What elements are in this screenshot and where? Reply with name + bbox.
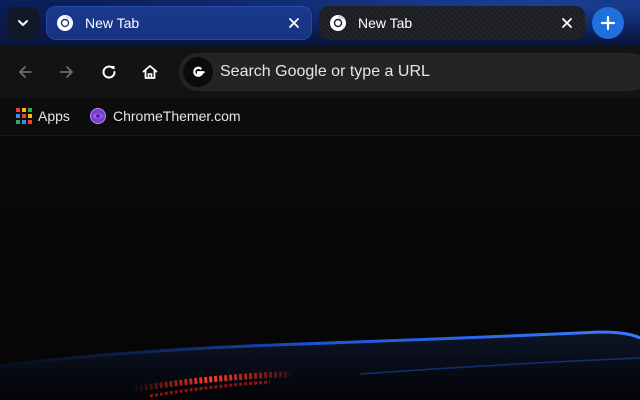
arrow-left-icon: [19, 66, 32, 78]
tab-strip: New Tab New Tab: [0, 0, 640, 46]
chrome-favicon-icon: [330, 14, 346, 31]
tab-search-button[interactable]: [7, 7, 39, 39]
forward-button[interactable]: [55, 60, 79, 84]
bookmark-apps[interactable]: Apps: [16, 106, 70, 126]
bookmarks-bar: Apps ChromeThemer.com: [0, 98, 640, 136]
toolbar: Search Google or type a URL: [0, 46, 640, 98]
chevron-down-icon: [18, 20, 28, 26]
home-icon: [142, 65, 158, 79]
omnibox-input[interactable]: Search Google or type a URL: [220, 63, 430, 81]
tab-new-tab-inactive[interactable]: New Tab: [319, 6, 585, 40]
tab-close-button[interactable]: [286, 15, 302, 31]
home-button[interactable]: [138, 60, 162, 84]
new-tab-page: [0, 136, 640, 400]
reload-icon: [102, 65, 116, 79]
arrow-right-icon: [60, 66, 73, 78]
plus-icon: [600, 15, 616, 31]
bookmark-chromethemer[interactable]: ChromeThemer.com: [89, 106, 241, 126]
chrome-favicon-icon: [57, 14, 73, 31]
apps-grid-icon: [16, 108, 32, 124]
bookmark-label: ChromeThemer.com: [113, 108, 241, 124]
omnibox[interactable]: Search Google or type a URL: [179, 53, 640, 91]
reload-button[interactable]: [97, 60, 121, 84]
back-button[interactable]: [13, 60, 37, 84]
google-g-icon: [183, 57, 213, 87]
browser-window: New Tab New Tab Search Google or type a …: [0, 0, 640, 400]
new-tab-button[interactable]: [592, 7, 624, 39]
chromethemer-icon: [90, 108, 106, 124]
car-wallpaper-image: [0, 330, 640, 400]
close-icon: [289, 18, 299, 28]
bookmark-label: Apps: [38, 108, 70, 124]
tab-new-tab-active[interactable]: New Tab: [46, 6, 312, 40]
tab-close-button[interactable]: [559, 15, 575, 31]
tab-title: New Tab: [358, 15, 413, 31]
tab-title: New Tab: [85, 15, 140, 31]
close-icon: [562, 18, 572, 28]
